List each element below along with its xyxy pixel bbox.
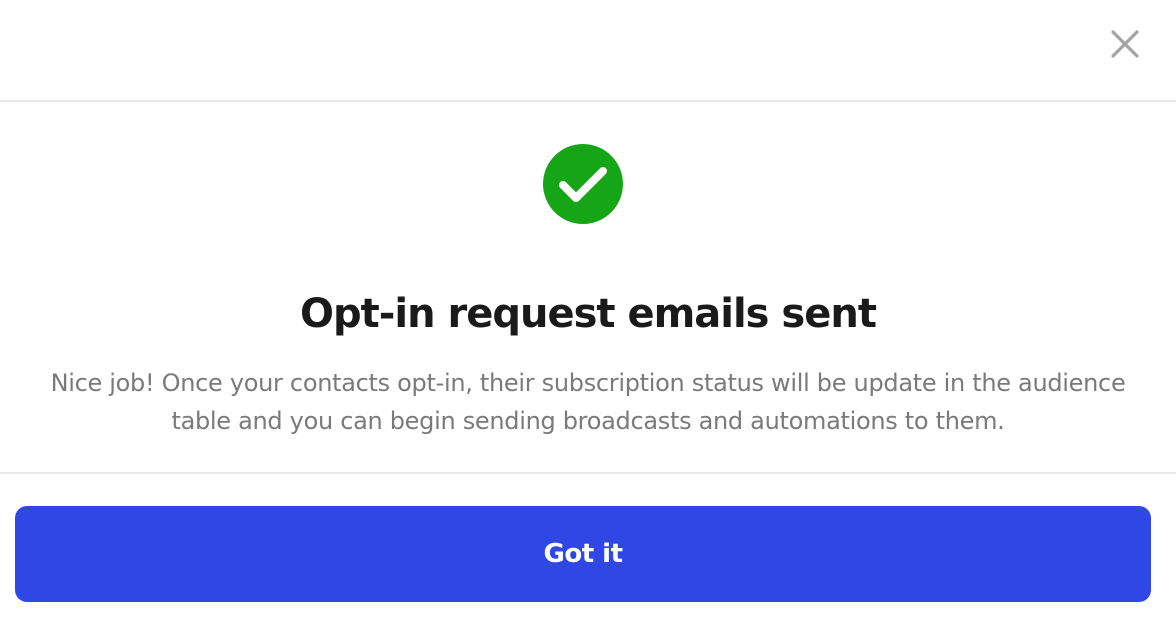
- close-icon: [1100, 20, 1150, 70]
- modal-header: [0, 0, 1176, 102]
- got-it-button[interactable]: Got it: [15, 506, 1151, 602]
- modal-description: Nice job! Once your contacts opt-in, the…: [50, 369, 1126, 435]
- success-modal: Opt-in request emails sent Nice job! Onc…: [0, 0, 1176, 630]
- modal-title: Opt-in request emails sent: [300, 291, 877, 337]
- close-button[interactable]: [1100, 20, 1150, 70]
- check-circle-icon: [543, 144, 623, 224]
- modal-footer: Got it: [0, 472, 1176, 630]
- modal-body: Opt-in request emails sent Nice job! Onc…: [0, 104, 1176, 472]
